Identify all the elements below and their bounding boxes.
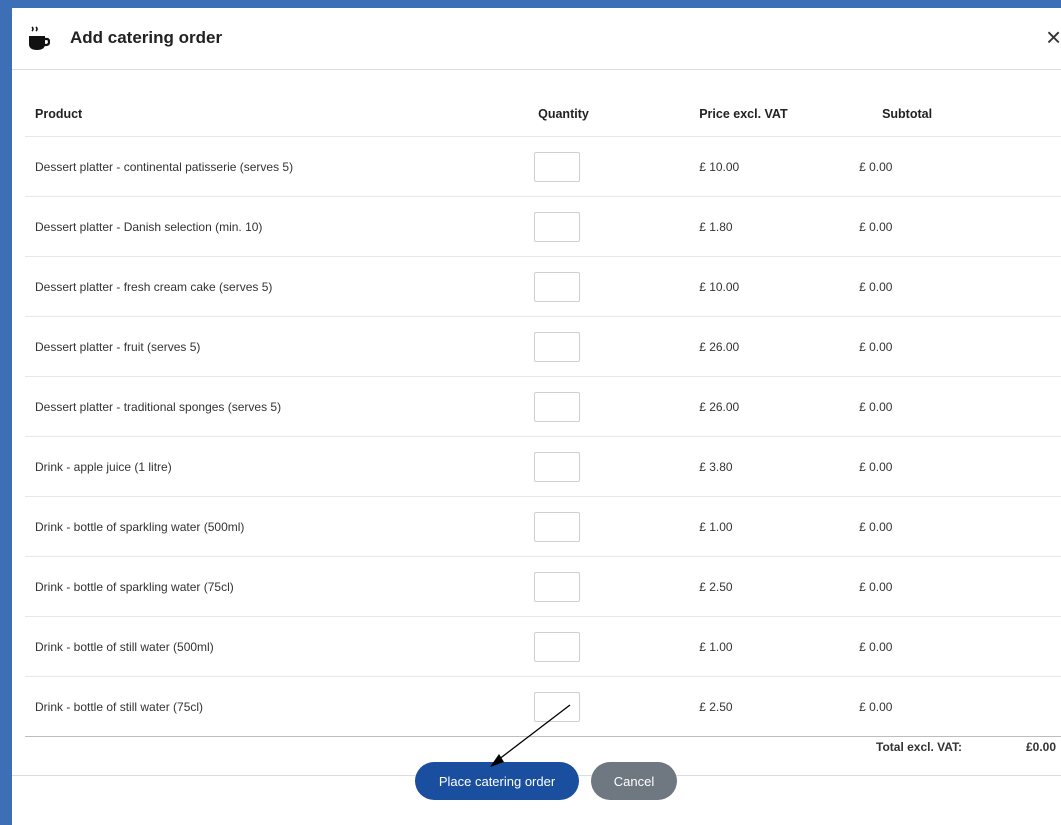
catering-order-dialog: Add catering order × Product Quantity Pr… [12,8,1061,825]
quantity-input[interactable] [534,631,581,662]
product-name: Dessert platter - fruit (serves 5) [25,316,522,377]
product-name: Dessert platter - traditional sponges (s… [25,376,522,437]
product-subtotal: £ 0.00 [859,376,1061,437]
product-name: Drink - bottle of sparkling water (75cl) [25,556,522,617]
quantity-input[interactable] [534,271,581,302]
product-price: £ 2.50 [699,556,860,617]
product-subtotal: £ 0.00 [859,496,1061,557]
product-name: Drink - bottle of still water (500ml) [25,616,522,677]
product-name: Drink - apple juice (1 litre) [25,436,522,497]
total-label: Total excl. VAT: [876,740,963,754]
product-name: Drink - bottle of sparkling water (500ml… [25,496,522,557]
table-row: Dessert platter - traditional sponges (s… [25,376,1061,437]
quantity-input[interactable] [534,691,581,722]
table-row: Dessert platter - fruit (serves 5) £ 26.… [25,316,1061,377]
quantity-input[interactable] [534,511,581,542]
quantity-input[interactable] [534,331,581,362]
dialog-title: Add catering order [70,28,223,47]
product-subtotal: £ 0.00 [859,196,1061,257]
table-row: Drink - apple juice (1 litre) £ 3.80 £ 0… [25,436,1061,497]
product-price: £ 1.00 [699,616,860,677]
column-header-price: Price excl. VAT [699,92,860,137]
product-subtotal: £ 0.00 [859,676,1061,737]
quantity-input[interactable] [534,151,581,182]
product-subtotal: £ 0.00 [859,556,1061,617]
product-subtotal: £ 0.00 [859,616,1061,677]
product-price: £ 10.00 [699,136,860,197]
dialog-header: Add catering order × [12,8,1061,70]
product-price: £ 1.00 [699,496,860,557]
table-row: Dessert platter - Danish selection (min.… [25,196,1061,257]
table-row: Drink - bottle of sparkling water (75cl)… [25,556,1061,617]
table-row: Drink - bottle of sparkling water (500ml… [25,496,1061,557]
window-border-top [0,0,1061,8]
product-name: Dessert platter - fresh cream cake (serv… [25,256,522,317]
quantity-input[interactable] [534,451,581,482]
column-header-quantity: Quantity [521,92,700,137]
window-border-left [0,0,12,825]
product-price: £ 26.00 [699,316,860,377]
product-price: £ 1.80 [699,196,860,257]
column-header-product: Product [25,92,522,137]
product-name: Dessert platter - continental patisserie… [25,136,522,197]
product-subtotal: £ 0.00 [859,256,1061,317]
quantity-input[interactable] [534,211,581,242]
product-price: £ 3.80 [699,436,860,497]
product-subtotal: £ 0.00 [859,316,1061,377]
table-row: Dessert platter - continental patisserie… [25,136,1061,197]
quantity-input[interactable] [534,571,581,602]
column-header-subtotal: Subtotal [859,92,1061,137]
product-subtotal: £ 0.00 [859,436,1061,497]
cancel-button[interactable]: Cancel [591,762,677,800]
table-header-row: Product Quantity Price excl. VAT Subtota… [25,92,1061,137]
total-value: £0.00 [1026,740,1057,754]
table-row: Dessert platter - fresh cream cake (serv… [25,256,1061,317]
quantity-input[interactable] [534,391,581,422]
table-row: Drink - bottle of still water (500ml) £ … [25,616,1061,677]
product-price: £ 10.00 [699,256,860,317]
product-name: Drink - bottle of still water (75cl) [25,676,522,737]
table-row: Drink - bottle of still water (75cl) £ 2… [25,676,1061,737]
product-name: Dessert platter - Danish selection (min.… [25,196,522,257]
place-catering-order-button[interactable]: Place catering order [415,762,579,800]
close-icon[interactable]: × [1046,24,1061,50]
coffee-cup-icon [29,26,50,50]
catering-products-table: Product Quantity Price excl. VAT Subtota… [25,92,1061,737]
product-price: £ 26.00 [699,376,860,437]
product-price: £ 2.50 [699,676,860,737]
product-subtotal: £ 0.00 [859,136,1061,197]
